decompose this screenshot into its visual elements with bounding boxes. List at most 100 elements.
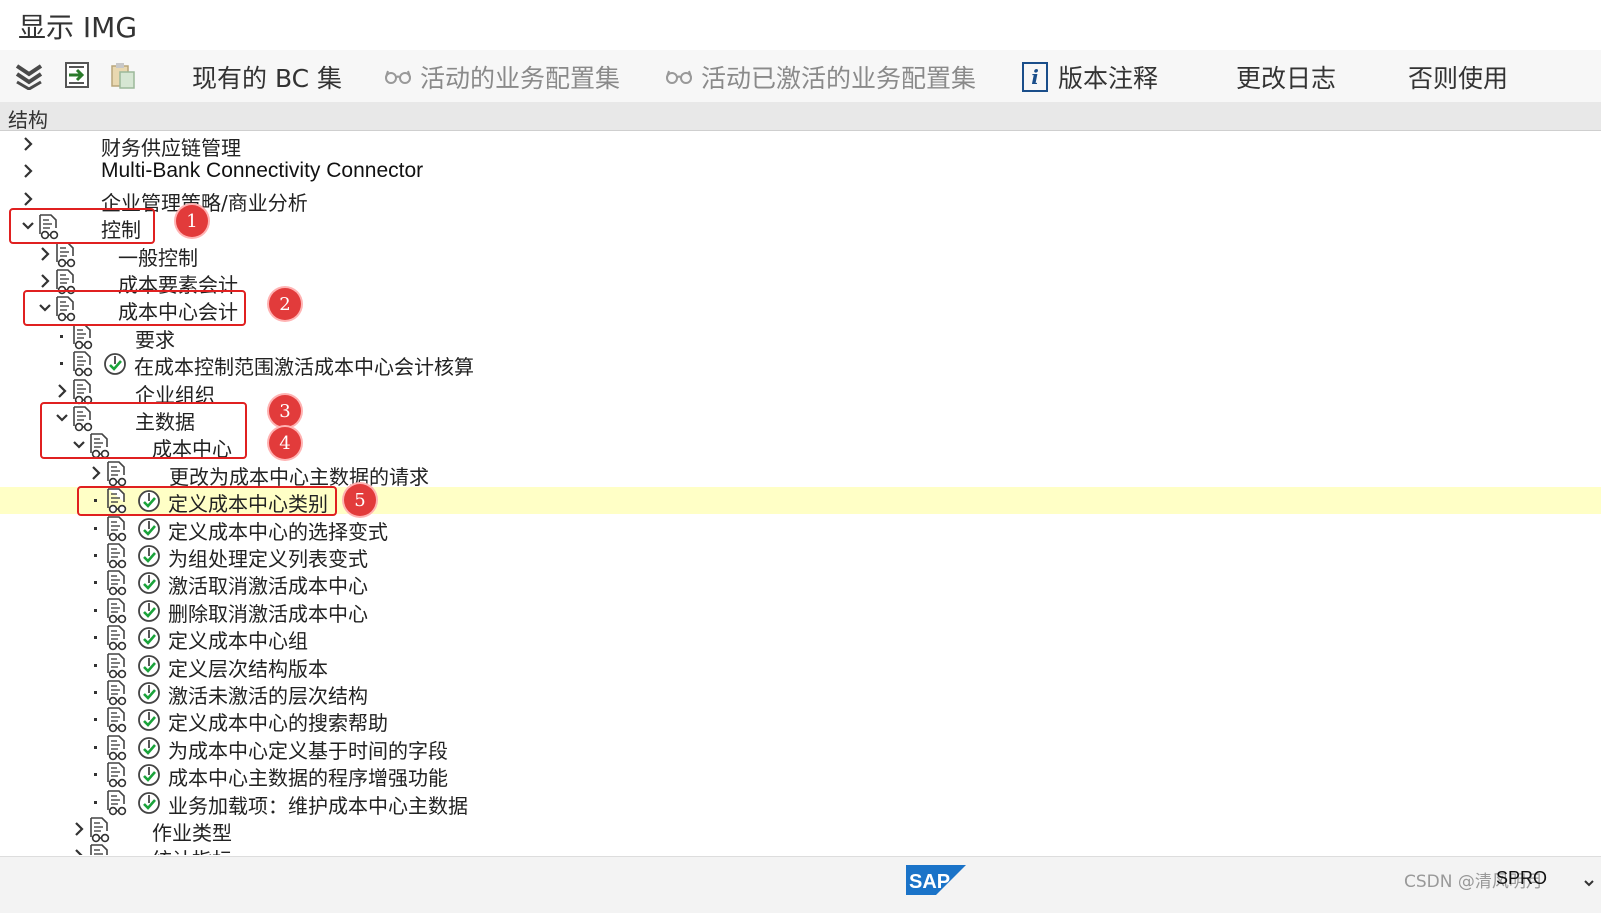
leaf-bullet bbox=[94, 526, 97, 530]
documentation-icon[interactable] bbox=[106, 762, 128, 788]
tree-node[interactable]: 定义层次结构版本 bbox=[0, 652, 1601, 682]
collapse-all-icon[interactable] bbox=[12, 58, 46, 92]
tree-node[interactable]: 控制 bbox=[0, 213, 1601, 242]
change-log-button[interactable]: 更改日志 bbox=[1236, 59, 1336, 95]
execute-activity-icon[interactable] bbox=[137, 708, 161, 732]
documentation-icon[interactable] bbox=[55, 241, 77, 268]
documentation-icon[interactable] bbox=[106, 597, 128, 624]
tree-node-label[interactable]: 一般控制 bbox=[118, 242, 198, 271]
execute-activity-icon[interactable] bbox=[137, 599, 161, 623]
tree-node-label[interactable]: 定义成本中心的搜索帮助 bbox=[168, 707, 388, 736]
tree-node[interactable]: 在成本控制范围激活成本中心会计核算 bbox=[0, 350, 1601, 380]
documentation-icon[interactable] bbox=[89, 817, 111, 843]
execute-activity-icon[interactable] bbox=[137, 681, 161, 705]
tree-node-label[interactable]: 定义成本中心组 bbox=[168, 625, 308, 654]
tree-node[interactable]: 删除取消激活成本中心 bbox=[0, 597, 1601, 627]
step-marker: 4 bbox=[269, 427, 301, 459]
execute-activity-icon[interactable] bbox=[137, 544, 161, 568]
chevron-right-icon[interactable] bbox=[90, 465, 102, 481]
tree-node-label[interactable]: 在成本控制范围激活成本中心会计核算 bbox=[134, 351, 474, 380]
window-title: 显示 IMG bbox=[18, 11, 138, 44]
documentation-icon[interactable] bbox=[106, 543, 128, 569]
chevron-right-icon[interactable] bbox=[22, 163, 34, 179]
chevron-right-icon[interactable] bbox=[73, 848, 85, 855]
tree-node-label[interactable]: 统计指标 bbox=[152, 844, 232, 855]
tree-node-label[interactable]: 为成本中心定义基于时间的字段 bbox=[168, 735, 448, 764]
documentation-icon[interactable] bbox=[89, 844, 111, 855]
tree-node-label[interactable]: 激活取消激活成本中心 bbox=[168, 570, 368, 599]
chevron-right-icon[interactable] bbox=[39, 273, 51, 289]
execute-activity-icon[interactable] bbox=[137, 763, 161, 787]
existing-bc-sets-button[interactable]: 现有的 BC 集 bbox=[192, 59, 342, 95]
execute-activity-icon[interactable] bbox=[137, 626, 161, 650]
tree-node[interactable]: Multi-Bank Connectivity Connector bbox=[0, 158, 1601, 185]
where-used-button[interactable]: 否则使用 bbox=[1408, 59, 1508, 95]
tree-node-label[interactable]: 作业类型 bbox=[152, 817, 232, 846]
tree-node[interactable]: 定义成本中心组 bbox=[0, 624, 1601, 654]
sap-logo-icon: SAP bbox=[906, 865, 966, 895]
tree-node-label[interactable]: 财务供应链管理 bbox=[101, 132, 241, 161]
tree-node-label[interactable]: 成本中心主数据的程序增强功能 bbox=[168, 762, 448, 791]
documentation-icon[interactable] bbox=[106, 734, 128, 761]
execute-activity-icon[interactable] bbox=[137, 736, 161, 760]
navigate-icon[interactable] bbox=[60, 58, 94, 92]
tree-node[interactable]: 作业类型 bbox=[0, 816, 1601, 846]
tree-node-label[interactable]: 删除取消激活成本中心 bbox=[168, 598, 368, 627]
documentation-icon[interactable] bbox=[106, 515, 128, 542]
documentation-icon[interactable] bbox=[106, 680, 128, 706]
active-bc-sets-button[interactable]: 活动的业务配置集 bbox=[384, 59, 620, 95]
documentation-icon[interactable] bbox=[72, 323, 94, 350]
leaf-bullet bbox=[94, 718, 97, 722]
tree-node[interactable]: 更改为成本中心主数据的请求 bbox=[0, 460, 1601, 489]
annotation-box bbox=[9, 208, 155, 244]
leaf-bullet bbox=[60, 334, 63, 338]
tree-node-label[interactable]: 激活未激活的层次结构 bbox=[168, 680, 368, 709]
documentation-icon[interactable] bbox=[106, 652, 128, 679]
documentation-icon[interactable] bbox=[106, 707, 128, 733]
tree-node[interactable]: 定义成本中心的选择变式 bbox=[0, 515, 1601, 545]
tree-node[interactable]: 企业管理策略/商业分析 bbox=[0, 186, 1601, 215]
tree-node[interactable]: 激活取消激活成本中心 bbox=[0, 569, 1601, 599]
execute-activity-icon[interactable] bbox=[103, 352, 127, 376]
release-notes-button[interactable]: i 版本注释 bbox=[1022, 59, 1158, 95]
execute-activity-icon[interactable] bbox=[137, 517, 161, 541]
chevron-right-icon[interactable] bbox=[39, 246, 51, 262]
execute-activity-icon[interactable] bbox=[137, 654, 161, 678]
chevron-right-icon[interactable] bbox=[56, 383, 68, 399]
documentation-icon[interactable] bbox=[106, 789, 128, 816]
documentation-icon[interactable] bbox=[106, 460, 128, 487]
tree-node-label[interactable]: Multi-Bank Connectivity Connector bbox=[101, 159, 423, 183]
tree-node[interactable]: 财务供应链管理 bbox=[0, 131, 1601, 161]
tree-node[interactable]: 业务加载项：维护成本中心主数据 bbox=[0, 789, 1601, 819]
documentation-icon[interactable] bbox=[106, 625, 128, 651]
transaction-code[interactable]: SPRO bbox=[1496, 868, 1547, 889]
tree-node-label[interactable]: 为组处理定义列表变式 bbox=[168, 543, 368, 572]
tree-node-label[interactable]: 定义层次结构版本 bbox=[168, 653, 328, 682]
chevron-down-icon[interactable] bbox=[1584, 873, 1594, 887]
tree-node-label[interactable]: 业务加载项：维护成本中心主数据 bbox=[168, 790, 468, 819]
tree-node[interactable]: 为成本中心定义基于时间的字段 bbox=[0, 734, 1601, 764]
step-marker: 2 bbox=[269, 288, 301, 320]
chevron-right-icon[interactable] bbox=[73, 821, 85, 837]
tree-node[interactable]: 要求 bbox=[0, 323, 1601, 353]
chevron-right-icon[interactable] bbox=[22, 136, 34, 152]
tree-node-label[interactable]: 要求 bbox=[135, 324, 175, 353]
activated-bc-sets-button[interactable]: 活动已激活的业务配置集 bbox=[665, 59, 976, 95]
paste-icon[interactable] bbox=[106, 58, 140, 92]
application-toolbar: 现有的 BC 集 活动的业务配置集 活动已激活的业务配置集 i 版本注释 更改日… bbox=[0, 50, 1601, 103]
tree-node[interactable]: 一般控制 bbox=[0, 241, 1601, 271]
documentation-icon[interactable] bbox=[72, 378, 94, 405]
chevron-right-icon[interactable] bbox=[22, 191, 34, 207]
tree-node-label[interactable]: 定义成本中心的选择变式 bbox=[168, 516, 388, 545]
documentation-icon[interactable] bbox=[72, 351, 94, 377]
tree-node[interactable]: 成本中心主数据的程序增强功能 bbox=[0, 761, 1601, 791]
tree-node[interactable]: 统计指标 bbox=[0, 843, 1601, 855]
documentation-icon[interactable] bbox=[106, 570, 128, 596]
execute-activity-icon[interactable] bbox=[137, 571, 161, 595]
leaf-bullet bbox=[94, 773, 97, 777]
tree-node[interactable]: 企业组织 bbox=[0, 378, 1601, 407]
tree-node[interactable]: 定义成本中心的搜索帮助 bbox=[0, 706, 1601, 736]
tree-node[interactable]: 为组处理定义列表变式 bbox=[0, 542, 1601, 572]
execute-activity-icon[interactable] bbox=[137, 791, 161, 815]
tree-node[interactable]: 激活未激活的层次结构 bbox=[0, 679, 1601, 709]
